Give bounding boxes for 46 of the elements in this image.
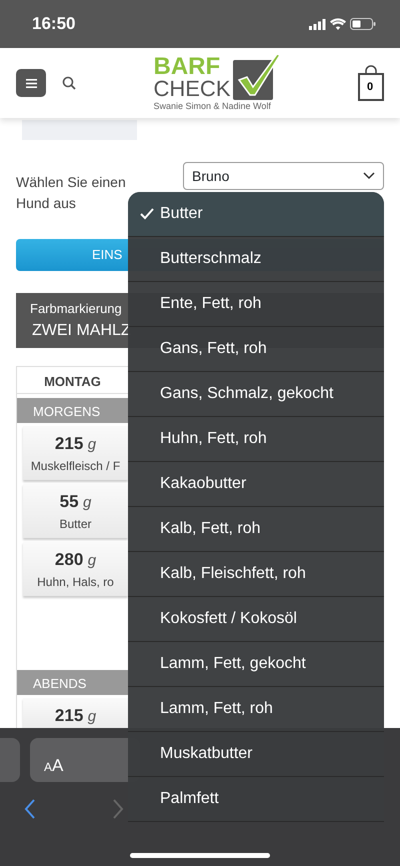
shopping-bag-icon: [358, 65, 384, 101]
food-name: Muskelfleisch / F: [30, 458, 122, 475]
select-label: Wählen Sie einen Hund aus: [16, 173, 127, 213]
dropdown-option[interactable]: Kalb, Fleischfett, roh: [128, 552, 384, 597]
dropdown-option[interactable]: Butterschmalz: [128, 237, 384, 282]
dropdown-option[interactable]: Ente, Fett, roh: [128, 282, 384, 327]
dropdown-option[interactable]: Huhn, Fett, roh: [128, 417, 384, 462]
dropdown-option[interactable]: Butter: [128, 192, 384, 237]
logo-text: BARF: [153, 56, 222, 78]
dropdown-option[interactable]: Kalb, Fett, roh: [128, 507, 384, 552]
food-name: Butter: [58, 516, 92, 533]
dropdown-option[interactable]: Kokosfett / Kokosöl: [128, 597, 384, 642]
food-amount: 215 g: [54, 705, 98, 727]
panel-value: ZWEI MAHLZ: [31, 320, 131, 340]
checkmark-icon: [140, 208, 154, 220]
meal-header: MORGENS: [17, 398, 128, 423]
wifi-icon: [330, 18, 346, 30]
chevron-down-icon: [363, 172, 375, 180]
select-value: Bruno: [192, 166, 230, 186]
checkmark-logo-icon: [230, 52, 280, 100]
cart-count: 0: [366, 80, 374, 95]
signal-icon: [309, 18, 326, 30]
back-chevron-icon[interactable]: [24, 799, 36, 819]
dog-select[interactable]: Bruno: [183, 162, 384, 190]
menu-button[interactable]: [16, 69, 46, 97]
dropdown-option[interactable]: Kakaobutter: [128, 462, 384, 507]
battery-icon: [350, 18, 376, 30]
panel-title: Farbmarkierung: [30, 300, 122, 318]
food-name: Huhn, Hals, ro: [36, 574, 115, 591]
dropdown-option[interactable]: Gans, Schmalz, gekocht: [128, 372, 384, 417]
logo-tagline: Swanie Simon & Nadine Wolf: [153, 100, 272, 114]
dropdown-option[interactable]: Lamm, Fett, roh: [128, 687, 384, 732]
dropdown-option[interactable]: Lamm, Fett, gekocht: [128, 642, 384, 687]
search-icon: [62, 76, 76, 90]
menu-icon: [26, 78, 36, 88]
dropdown-option[interactable]: Muskatbutter: [128, 732, 384, 777]
dropdown-option[interactable]: Gans, Fett, roh: [128, 327, 384, 372]
forward-chevron-icon[interactable]: [112, 799, 124, 819]
meal-header: ABENDS: [17, 670, 128, 695]
status-time: 16:50: [32, 13, 76, 36]
cart-button[interactable]: 0: [358, 65, 384, 101]
food-amount: 215 g: [54, 433, 98, 455]
dropdown-option[interactable]: Palmfett: [128, 777, 384, 822]
food-amount: 55 g: [58, 491, 92, 513]
food-amount: 280 g: [54, 549, 98, 571]
logo-text: CHECK: [153, 78, 230, 100]
